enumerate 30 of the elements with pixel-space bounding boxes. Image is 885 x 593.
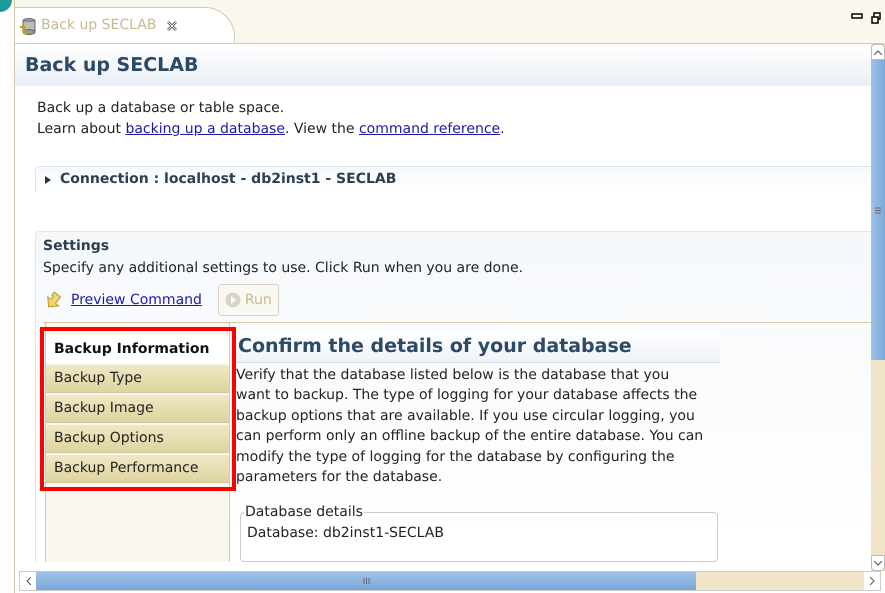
slide-dot-drawing	[0, 0, 12, 12]
grip-icon	[362, 578, 370, 584]
intro-text: . View the	[284, 120, 356, 139]
horizontal-scrollbar[interactable]	[19, 571, 881, 591]
nav-item[interactable]: Backup Image	[46, 395, 229, 423]
preview-command-link[interactable]: Preview Command	[71, 290, 202, 310]
page-title: Confirm the details of your database	[238, 334, 632, 360]
close-icon[interactable]	[166, 20, 178, 32]
play-icon	[224, 292, 241, 308]
nav-item[interactable]: Backup Information	[46, 335, 229, 363]
expand-right-icon[interactable]	[44, 176, 52, 184]
restore-icon[interactable]	[871, 12, 881, 24]
help-link[interactable]: command reference	[358, 119, 500, 140]
nav-item[interactable]: Backup Performance	[46, 455, 229, 483]
section-title: Settings	[43, 237, 110, 256]
database-value: Database: db2inst1-SECLAB	[247, 524, 445, 543]
minimize-icon[interactable]	[851, 12, 863, 20]
grip-icon	[875, 206, 881, 214]
database-icon	[19, 16, 37, 34]
section-description: Specify any additional settings to use. Click Run when you are done.	[43, 259, 524, 278]
intro-text: Learn about	[37, 120, 122, 139]
connection-section[interactable]: Connection : localhost - db2inst1 - SECLAB	[35, 166, 871, 192]
nav-item[interactable]: Backup Type	[46, 365, 229, 393]
nav-item[interactable]: Backup Options	[46, 425, 229, 453]
intro-text: .	[500, 120, 505, 139]
help-link[interactable]: backing up a database	[125, 119, 285, 140]
intro-text: Back up a database or table space.	[37, 99, 286, 118]
vertical-scrollbar[interactable]	[871, 44, 885, 571]
page-description: Verify that the database listed below is the database that you want to backup. The type of logging for your database affects the backup options that are available. If you use circular logging, you can perform only an offline backup of the entire database. You can modify the type of logging for the database by configuring the parameters for the database.	[236, 366, 704, 488]
editor-title: Back up SECLAB	[25, 52, 198, 78]
